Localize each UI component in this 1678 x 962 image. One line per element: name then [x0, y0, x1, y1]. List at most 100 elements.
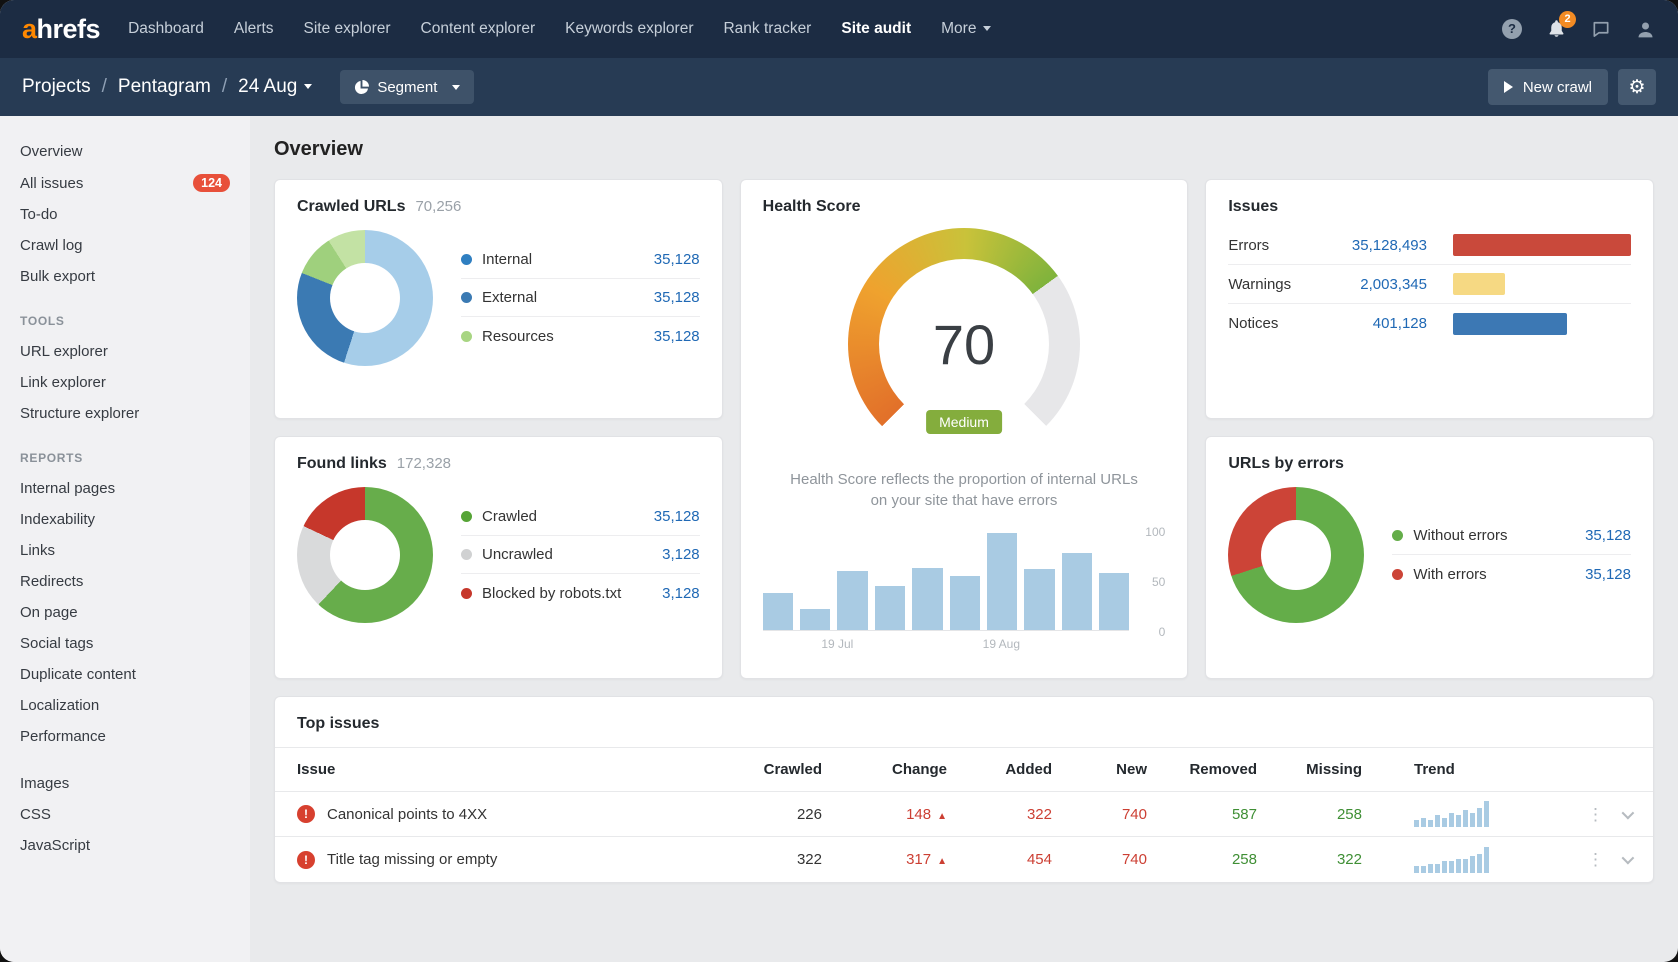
new-crawl-button[interactable]: New crawl	[1488, 69, 1608, 105]
sidebar-item-link-explorer[interactable]: Link explorer	[0, 367, 250, 398]
spark-bar	[1456, 859, 1461, 873]
sidebar-item-label: Duplicate content	[20, 666, 136, 683]
sidebar-item-images[interactable]: Images	[0, 768, 250, 799]
legend-value-link[interactable]: 3,128	[662, 546, 700, 563]
sidebar-item-structure-explorer[interactable]: Structure explorer	[0, 398, 250, 429]
sidebar-item-css[interactable]: CSS	[0, 799, 250, 830]
history-bar	[1024, 569, 1054, 630]
row-menu-icon[interactable]: ⋮	[1587, 851, 1604, 868]
legend-value-link[interactable]: 35,128	[1585, 566, 1631, 583]
legend-value-link[interactable]: 3,128	[662, 585, 700, 602]
nav-item-dashboard[interactable]: Dashboard	[128, 20, 204, 38]
legend-value-link[interactable]: 35,128	[654, 328, 700, 345]
breadcrumb-separator: /	[222, 76, 227, 98]
legend-row-with-errors: With errors 35,128	[1392, 555, 1631, 593]
sidebar-item-internal-pages[interactable]: Internal pages	[0, 473, 250, 504]
nav-item-site-explorer[interactable]: Site explorer	[304, 20, 391, 38]
sidebar-item-localization[interactable]: Localization	[0, 690, 250, 721]
legend-value-link[interactable]: 35,128	[1585, 527, 1631, 544]
legend-value-link[interactable]: 35,128	[654, 251, 700, 268]
issue-type-label: Warnings	[1228, 276, 1318, 293]
sidebar-item-social-tags[interactable]: Social tags	[0, 628, 250, 659]
notifications-bell-icon[interactable]: 2	[1546, 18, 1567, 40]
caret-down-icon	[983, 26, 991, 31]
sidebar-item-javascript[interactable]: JavaScript	[0, 830, 250, 861]
sidebar-item-on-page[interactable]: On page	[0, 597, 250, 628]
nav-item-content-explorer[interactable]: Content explorer	[421, 20, 536, 38]
settings-button[interactable]: ⚙	[1618, 69, 1656, 105]
spark-bar	[1449, 861, 1454, 873]
spark-bar	[1484, 801, 1489, 827]
column-header-trend: Trend	[1362, 761, 1547, 778]
donut-hole	[1261, 520, 1331, 590]
top-navbar: ahrefs Dashboard Alerts Site explorer Conte…	[0, 0, 1678, 58]
health-score-rating-badge: Medium	[926, 410, 1002, 434]
x-tick-label: 19 Aug	[983, 637, 1020, 651]
legend-label: With errors	[1413, 566, 1486, 583]
urls-by-errors-card: URLs by errors Without errors35,128With …	[1205, 436, 1654, 679]
breadcrumb-project-name[interactable]: Pentagram	[118, 76, 211, 98]
nav-item-alerts[interactable]: Alerts	[234, 20, 274, 38]
nav-item-more[interactable]: More	[941, 20, 991, 38]
card-title: Crawled URLs	[297, 198, 405, 216]
sidebar-item-label: Localization	[20, 697, 99, 714]
sidebar-item-links[interactable]: Links	[0, 535, 250, 566]
chevron-down-icon[interactable]	[1622, 806, 1635, 819]
sidebar-item-overview[interactable]: Overview	[0, 136, 250, 167]
legend-label: External	[482, 289, 537, 306]
issues-card: Issues Errors35,128,493Warnings2,003,345…	[1205, 179, 1654, 419]
sidebar-item-url-explorer[interactable]: URL explorer	[0, 336, 250, 367]
issue-count-link[interactable]: 2,003,345	[1318, 276, 1453, 293]
crawled-urls-legend: Internal35,128External35,128Resources35,…	[461, 241, 700, 355]
sidebar-item-label: On page	[20, 604, 78, 621]
issue-name-link[interactable]: Title tag missing or empty	[327, 851, 497, 868]
sidebar-item-crawl-log[interactable]: Crawl log	[0, 230, 250, 261]
y-tick-label: 100	[1135, 525, 1165, 539]
row-menu-icon[interactable]: ⋮	[1587, 806, 1604, 823]
main-nav: Dashboard Alerts Site explorer Content expl…	[128, 20, 1021, 38]
nav-item-site-audit[interactable]: Site audit	[841, 20, 911, 38]
sidebar-item-label: Links	[20, 542, 55, 559]
crawled-cell: 322	[737, 851, 822, 868]
found-links-card: Found links 172,328 Crawled35,128Uncrawl…	[274, 436, 723, 679]
sidebar-item-to-do[interactable]: To-do	[0, 199, 250, 230]
legend-value-link[interactable]: 35,128	[654, 508, 700, 525]
play-icon	[1504, 81, 1513, 93]
issue-count-link[interactable]: 401,128	[1318, 315, 1453, 332]
sidebar-item-duplicate-content[interactable]: Duplicate content	[0, 659, 250, 690]
sidebar-item-label: Overview	[20, 143, 83, 160]
crawl-date-dropdown[interactable]: 24 Aug	[238, 76, 312, 98]
chevron-down-icon[interactable]	[1622, 852, 1635, 865]
avatar[interactable]	[1635, 19, 1656, 40]
row-actions: ⋮	[1547, 851, 1631, 868]
issue-count-link[interactable]: 35,128,493	[1318, 237, 1453, 254]
nav-item-rank-tracker[interactable]: Rank tracker	[723, 20, 811, 38]
breadcrumb-projects[interactable]: Projects	[22, 76, 91, 98]
issue-type-label: Notices	[1228, 315, 1318, 332]
crawl-date-label: 24 Aug	[238, 76, 297, 97]
spark-bar	[1449, 813, 1454, 827]
sidebar-item-all-issues[interactable]: All issues124	[0, 167, 250, 199]
sidebar-item-redirects[interactable]: Redirects	[0, 566, 250, 597]
y-axis-ticks: 100500	[1135, 525, 1165, 639]
issue-name-link[interactable]: Canonical points to 4XX	[327, 806, 487, 823]
new-crawl-label: New crawl	[1523, 79, 1592, 96]
column-header-added: Added	[947, 761, 1052, 778]
segment-button[interactable]: Segment	[340, 70, 474, 104]
trend-sparkline	[1414, 847, 1547, 873]
error-icon: !	[297, 805, 315, 823]
sidebar-item-performance[interactable]: Performance	[0, 721, 250, 752]
legend-dot-icon	[461, 549, 472, 560]
nav-item-keywords-explorer[interactable]: Keywords explorer	[565, 20, 693, 38]
legend-value-link[interactable]: 35,128	[654, 289, 700, 306]
sidebar-item-indexability[interactable]: Indexability	[0, 504, 250, 535]
legend-dot-icon	[461, 292, 472, 303]
help-icon[interactable]: ?	[1502, 19, 1522, 39]
ahrefs-logo[interactable]: ahrefs	[22, 14, 100, 45]
messages-icon[interactable]	[1591, 19, 1611, 39]
urls-by-errors-donut-chart	[1228, 487, 1364, 623]
main-panel: Overview Crawled URLs 70,256 Internal35,…	[250, 116, 1678, 962]
sidebar-item-bulk-export[interactable]: Bulk export	[0, 261, 250, 292]
added-cell: 322	[947, 806, 1052, 823]
sidebar-item-label: Crawl log	[20, 237, 83, 254]
